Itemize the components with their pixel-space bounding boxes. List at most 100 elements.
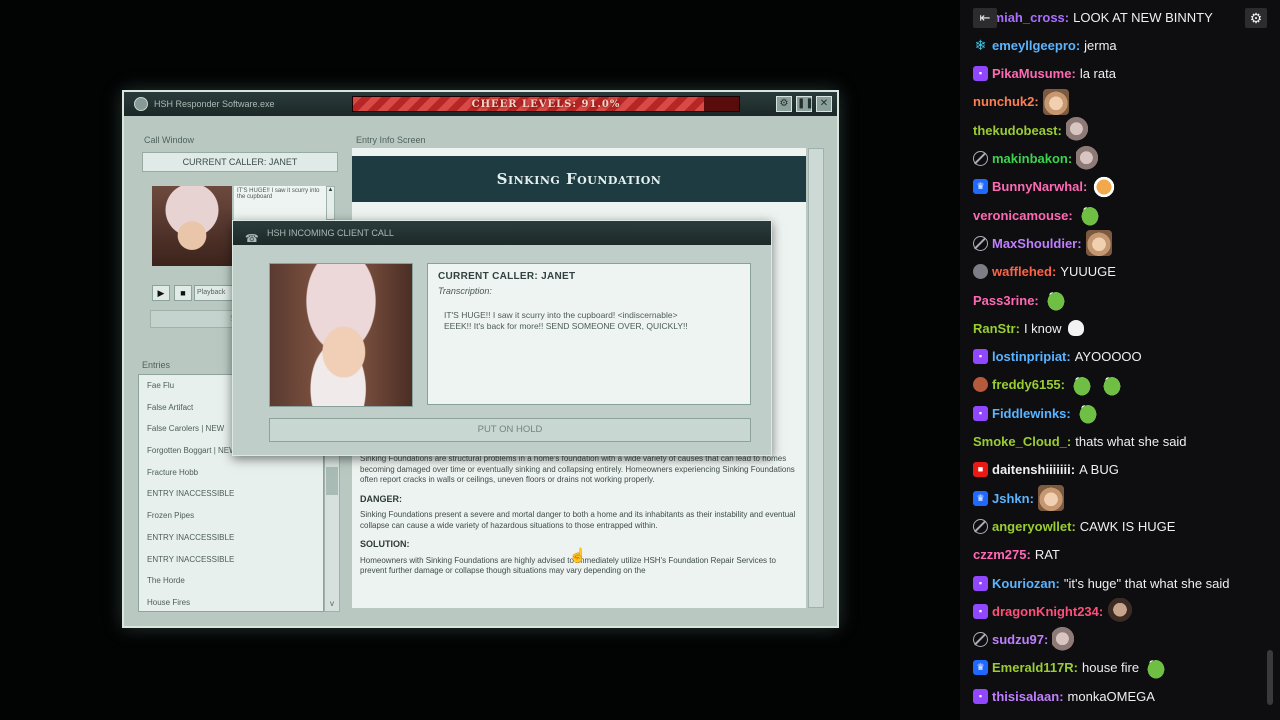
chat-username[interactable]: MaxShouldier: bbox=[992, 236, 1082, 251]
chat-username[interactable]: angeryowllet: bbox=[992, 519, 1076, 534]
chat-username[interactable]: czzm275: bbox=[973, 547, 1031, 562]
dialog-caller-name: CURRENT CALLER: JANET bbox=[438, 271, 576, 282]
pepe-emote-icon[interactable] bbox=[1143, 654, 1170, 681]
pepe-emote-icon[interactable] bbox=[1098, 371, 1125, 398]
scroll-down-icon[interactable]: v bbox=[325, 599, 339, 611]
cat-emote-icon[interactable] bbox=[1037, 485, 1064, 512]
chat-text: la rata bbox=[1079, 66, 1116, 82]
chat-username[interactable]: lostinpripiat: bbox=[992, 349, 1071, 364]
chat-text: I know bbox=[1023, 320, 1062, 336]
transcription-text: IT'S HUGE!! I saw it scurry into the cup… bbox=[444, 310, 688, 331]
muted-badge-icon[interactable] bbox=[973, 235, 988, 251]
entry-info-label: Entry Info Screen bbox=[356, 135, 426, 145]
chat-message: ▪ dragonKnight234: bbox=[973, 598, 1134, 625]
caller-photo-small bbox=[152, 186, 232, 266]
entry-title: Sinking Foundation bbox=[352, 156, 806, 202]
chat-username[interactable]: freddy6155: bbox=[992, 377, 1065, 392]
sub-badge-icon[interactable]: ▪ bbox=[973, 405, 988, 421]
entry-item[interactable]: House Fires bbox=[139, 592, 323, 611]
brown-badge-icon[interactable] bbox=[973, 377, 988, 393]
minimize-icon[interactable]: ❚❚ bbox=[796, 96, 814, 112]
entry-item[interactable]: Fracture Hobb bbox=[139, 462, 323, 484]
entry-item[interactable]: Frozen Pipes bbox=[139, 505, 323, 527]
chat-message: RanStr: I know bbox=[973, 315, 1084, 341]
red-badge-icon[interactable]: ■ bbox=[973, 462, 988, 478]
chat-scrollbar[interactable] bbox=[1267, 650, 1273, 705]
chat-message: ■ daitenshiiiiiii: A BUG bbox=[973, 457, 1119, 483]
chat-username[interactable]: nunchuk2: bbox=[973, 94, 1039, 109]
sub-badge-icon[interactable]: ▪ bbox=[973, 688, 988, 704]
chat-message: makinbakon: bbox=[973, 145, 1103, 172]
chat-username[interactable]: thekudobeast: bbox=[973, 123, 1062, 138]
chat-text: "it's huge" that what she said bbox=[1063, 575, 1230, 591]
chat-username[interactable]: Kouriozan: bbox=[992, 576, 1060, 591]
cat-emote-icon[interactable] bbox=[1042, 88, 1069, 115]
sub-badge-icon[interactable]: ▪ bbox=[973, 575, 988, 591]
chat-username[interactable]: Emerald117R: bbox=[992, 660, 1078, 675]
pepe-emote-icon[interactable] bbox=[1074, 400, 1101, 427]
entries-label: Entries bbox=[142, 360, 171, 370]
muted-badge-icon[interactable] bbox=[973, 151, 988, 166]
sub-badge-icon[interactable]: ▪ bbox=[973, 66, 988, 82]
chat-username[interactable]: Smoke_Cloud_: bbox=[973, 434, 1071, 449]
face-emote-icon[interactable] bbox=[1107, 598, 1134, 625]
entries-scroll-thumb[interactable] bbox=[326, 467, 338, 495]
entry-item[interactable]: The Horde bbox=[139, 570, 323, 592]
skull-emote-icon[interactable] bbox=[1067, 320, 1084, 337]
chat-username[interactable]: PikaMusume: bbox=[992, 66, 1076, 81]
chat-message: angeryowllet: CAWK IS HUGE bbox=[973, 513, 1175, 539]
chat-text: YUUUGE bbox=[1060, 264, 1116, 280]
chat-username[interactable]: wafflehed: bbox=[992, 264, 1056, 279]
mouse-emote-icon[interactable] bbox=[1065, 117, 1092, 144]
settings-icon[interactable]: ⚙ bbox=[776, 96, 792, 112]
chat-username[interactable]: Pass3rine: bbox=[973, 293, 1039, 308]
muted-badge-icon[interactable] bbox=[973, 518, 988, 534]
stop-button[interactable]: ■ bbox=[174, 285, 192, 301]
chat-username[interactable]: daitenshiiiiiii: bbox=[992, 462, 1075, 477]
cat-emote-icon[interactable] bbox=[1085, 230, 1112, 257]
entry-item[interactable]: ENTRY INACCESSIBLE bbox=[139, 549, 323, 571]
put-on-hold-button[interactable]: PUT ON HOLD bbox=[269, 418, 751, 442]
game-view: HSH Responder Software.exe CHEER LEVELS:… bbox=[0, 0, 960, 720]
chat-message: ▪ thisisalaan: monkaOMEGA bbox=[973, 683, 1155, 709]
pepe2-emote-icon[interactable] bbox=[1068, 371, 1095, 398]
entry-item[interactable]: ENTRY INACCESSIBLE bbox=[139, 527, 323, 549]
chat-username[interactable]: emeyllgeepro: bbox=[992, 38, 1080, 53]
chat-text: AYOOOOO bbox=[1074, 349, 1142, 365]
mouse-emote-icon[interactable] bbox=[1076, 145, 1103, 172]
muted-badge-icon[interactable] bbox=[973, 632, 988, 648]
tiger-emote-icon[interactable] bbox=[1091, 173, 1118, 200]
danger-text: Sinking Foundations present a severe and… bbox=[360, 510, 796, 530]
chat-username[interactable]: dragonKnight234: bbox=[992, 604, 1103, 619]
chat-username[interactable]: sudzu97: bbox=[992, 632, 1048, 647]
prime-badge-icon[interactable]: ♛ bbox=[973, 660, 988, 676]
chat-username[interactable]: makinbakon: bbox=[992, 151, 1072, 166]
chat-username[interactable]: thisisalaan: bbox=[992, 689, 1064, 704]
close-icon[interactable]: ✕ bbox=[816, 96, 832, 112]
chat-username[interactable]: Fiddlewinks: bbox=[992, 406, 1071, 421]
prime-badge-icon[interactable]: ♛ bbox=[973, 179, 988, 195]
prime-badge-icon[interactable]: ♛ bbox=[973, 490, 988, 506]
chat-username[interactable]: Jshkn: bbox=[992, 491, 1034, 506]
entry-info-scrollbar[interactable] bbox=[808, 148, 824, 608]
collapse-chat-icon[interactable]: ⇤ bbox=[973, 8, 997, 28]
call-window-label: Call Window bbox=[144, 135, 195, 145]
chat-username[interactable]: BunnyNarwhal: bbox=[992, 179, 1087, 194]
chat-text: CAWK IS HUGE bbox=[1079, 518, 1176, 534]
chat-username[interactable]: veronicamouse: bbox=[973, 208, 1073, 223]
entry-item[interactable]: ENTRY INACCESSIBLE bbox=[139, 483, 323, 505]
chat-text: thats what she said bbox=[1075, 434, 1187, 449]
play-button[interactable]: ▶ bbox=[152, 285, 170, 301]
sub-badge-icon[interactable]: ▪ bbox=[973, 349, 988, 365]
transcript-scroll-up[interactable]: ▲ bbox=[326, 186, 335, 220]
sub-badge-icon[interactable]: ▪ bbox=[973, 603, 988, 619]
chat-text: RAT bbox=[1034, 547, 1060, 563]
snow-badge-icon[interactable]: ❄ bbox=[973, 37, 988, 53]
pepe-emote-icon[interactable] bbox=[1076, 202, 1103, 229]
chat-message: czzm275: RAT bbox=[973, 542, 1060, 568]
pepe-emote-icon[interactable] bbox=[1042, 287, 1069, 313]
chat-username[interactable]: RanStr: bbox=[973, 321, 1020, 336]
gear-icon[interactable]: ⚙ bbox=[1245, 8, 1267, 28]
mouse-emote-icon[interactable] bbox=[1052, 626, 1079, 653]
gray-badge-icon[interactable] bbox=[973, 264, 988, 280]
